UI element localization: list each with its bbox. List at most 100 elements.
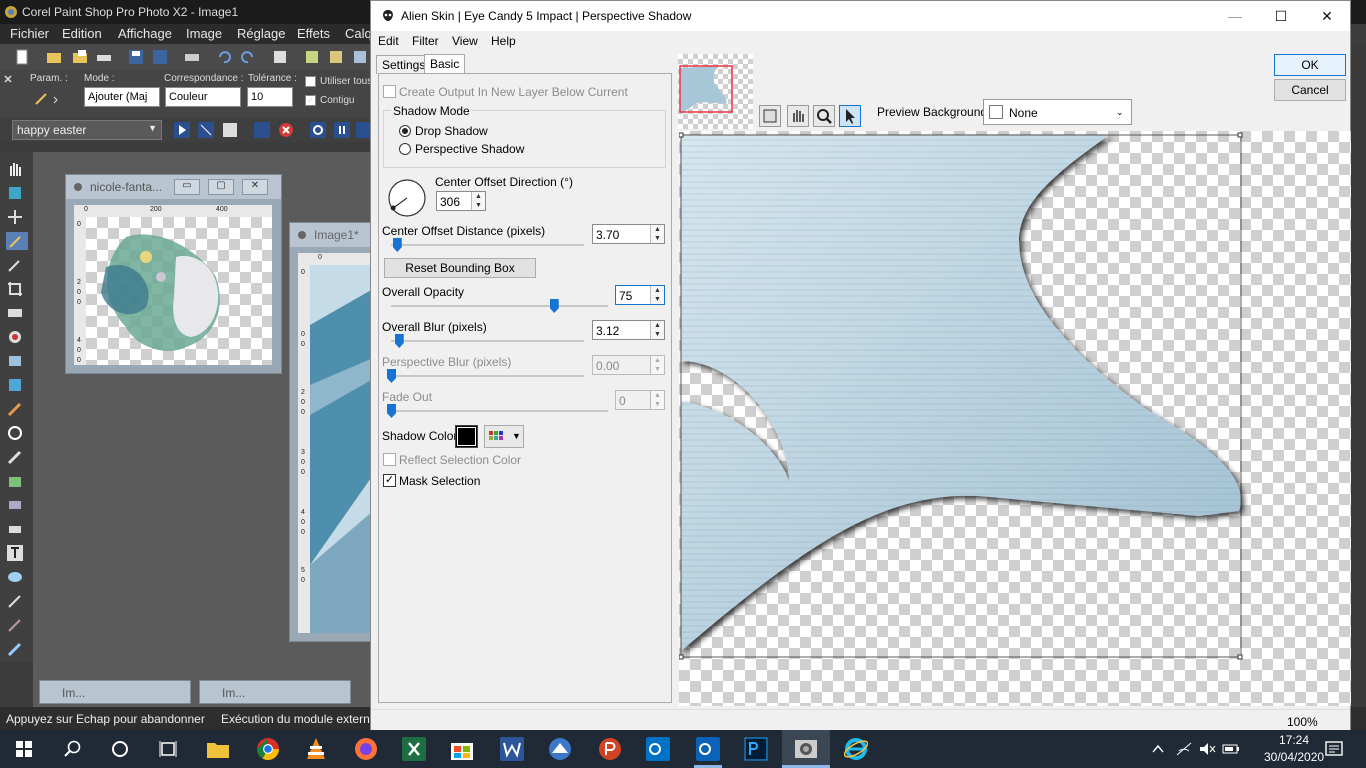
reflect-selection-color-checkbox[interactable] bbox=[383, 453, 396, 466]
maximize-button[interactable]: ▢ bbox=[208, 179, 234, 195]
spin-arrows-icon[interactable]: ▲ ▼ bbox=[650, 321, 664, 339]
dropper-tool-icon[interactable] bbox=[6, 256, 24, 274]
taskbar-powerpoint[interactable] bbox=[586, 730, 634, 768]
minimize-button[interactable]: ▭ bbox=[174, 179, 200, 195]
cancel-script-icon[interactable] bbox=[278, 122, 294, 138]
crop-tool-icon[interactable] bbox=[6, 280, 24, 298]
close-button[interactable]: ✕ bbox=[242, 179, 268, 195]
spin-arrows-icon[interactable]: ▲ ▼ bbox=[471, 192, 485, 210]
preset-shape-tool-icon[interactable] bbox=[6, 568, 24, 586]
menu-view[interactable]: View bbox=[452, 34, 478, 48]
pen-tool-icon[interactable] bbox=[6, 592, 24, 610]
preview-canvas[interactable] bbox=[679, 131, 1351, 706]
paste-new-icon[interactable] bbox=[352, 49, 368, 65]
psp-menu-fichier[interactable]: Fichier bbox=[10, 26, 49, 41]
script-select[interactable]: happy easter ▼ bbox=[12, 120, 162, 140]
overall-opacity-slider[interactable] bbox=[549, 299, 559, 313]
tab-basic[interactable]: Basic bbox=[424, 54, 466, 74]
ok-button[interactable]: OK bbox=[1274, 54, 1346, 76]
pan-tool-icon[interactable] bbox=[6, 160, 24, 178]
color-picker-dropdown[interactable]: ▼ bbox=[484, 425, 524, 448]
overall-blur-track[interactable] bbox=[391, 340, 584, 342]
move-tool-icon[interactable] bbox=[6, 208, 24, 226]
create-output-checkbox[interactable] bbox=[383, 85, 396, 98]
psp-image-window-1[interactable]: nicole-fanta... ▭ ▢ ✕ 0 200 400 0 2 0 0 … bbox=[65, 174, 282, 374]
volume-muted-icon[interactable] bbox=[1198, 741, 1216, 757]
spin-arrows-icon[interactable]: ▲ ▼ bbox=[650, 225, 664, 243]
new-file-icon[interactable] bbox=[14, 49, 30, 65]
direction-dial-icon[interactable] bbox=[387, 178, 427, 218]
overall-opacity-input[interactable]: 75 ▲ ▼ bbox=[615, 285, 665, 305]
save-as-icon[interactable] bbox=[152, 49, 168, 65]
center-offset-distance-track[interactable] bbox=[391, 244, 584, 246]
taskbar-photoshop[interactable] bbox=[732, 730, 780, 768]
taskbar-date[interactable]: 30/04/2020 bbox=[1264, 750, 1324, 764]
psp-window-1-titlebar[interactable]: nicole-fanta... ▭ ▢ ✕ bbox=[66, 175, 281, 199]
save-icon[interactable] bbox=[128, 49, 144, 65]
task-view-button[interactable] bbox=[144, 730, 192, 768]
start-button[interactable] bbox=[0, 730, 48, 768]
edit-script-icon[interactable] bbox=[222, 122, 238, 138]
psp-menu-calques[interactable]: Calq bbox=[345, 26, 372, 41]
run-dialog-icon[interactable] bbox=[198, 122, 214, 138]
battery-icon[interactable] bbox=[1222, 742, 1240, 756]
red-eye-tool-icon[interactable] bbox=[6, 328, 24, 346]
taskbar-photo-app[interactable] bbox=[536, 730, 584, 768]
cortana-button[interactable] bbox=[96, 730, 144, 768]
dialog-maximize-button[interactable]: ☐ bbox=[1258, 1, 1304, 31]
preview-background-select[interactable]: None ⌄ bbox=[983, 99, 1132, 125]
notification-icon[interactable] bbox=[1324, 740, 1344, 758]
taskbar-paint-shop-pro[interactable] bbox=[782, 730, 830, 768]
paint-brush-tool-icon[interactable] bbox=[6, 400, 24, 418]
spin-arrows-icon[interactable]: ▲ ▼ bbox=[650, 286, 664, 304]
magic-wand-tool-icon[interactable] bbox=[6, 232, 28, 250]
mask-selection-checkbox[interactable]: ✓ bbox=[383, 474, 396, 487]
record-script-icon[interactable] bbox=[254, 122, 270, 138]
text-tool-icon[interactable] bbox=[6, 544, 24, 562]
hand-tool-button[interactable] bbox=[787, 105, 809, 127]
makeover-tool-icon[interactable] bbox=[6, 352, 24, 370]
open-folder-icon[interactable] bbox=[46, 49, 62, 65]
warp-brush-tool-icon[interactable] bbox=[6, 616, 24, 634]
reset-bounding-box-button[interactable]: Reset Bounding Box bbox=[384, 258, 536, 278]
use-all-checkbox[interactable] bbox=[305, 76, 316, 87]
browse-icon[interactable] bbox=[72, 49, 88, 65]
art-media-tool-icon[interactable] bbox=[6, 640, 24, 658]
taskbar-excel[interactable] bbox=[390, 730, 438, 768]
dialog-close-button[interactable]: ✕ bbox=[1304, 1, 1350, 31]
taskbar-file-explorer[interactable] bbox=[194, 730, 242, 768]
psp-menu-reglage[interactable]: Réglage bbox=[237, 26, 285, 41]
menu-edit[interactable]: Edit bbox=[378, 34, 399, 48]
shadow-color-swatch[interactable] bbox=[455, 425, 478, 448]
taskbar-outlook-2[interactable] bbox=[684, 730, 732, 768]
psp-menu-image[interactable]: Image bbox=[186, 26, 222, 41]
undo-icon[interactable] bbox=[216, 49, 232, 65]
match-select[interactable]: Couleur bbox=[165, 87, 241, 107]
history-icon[interactable] bbox=[272, 49, 288, 65]
menu-help[interactable]: Help bbox=[491, 34, 516, 48]
search-button[interactable] bbox=[48, 730, 96, 768]
straighten-tool-icon[interactable] bbox=[6, 304, 24, 322]
psp-menu-effets[interactable]: Effets bbox=[297, 26, 330, 41]
print-icon[interactable] bbox=[184, 49, 200, 65]
overall-opacity-track[interactable] bbox=[391, 305, 608, 307]
redo-icon[interactable] bbox=[240, 49, 256, 65]
taskbar-internet-explorer[interactable] bbox=[832, 730, 880, 768]
clone-tool-icon[interactable] bbox=[6, 376, 24, 394]
minimized-window-1[interactable]: Im... bbox=[39, 680, 191, 704]
psp-menu-affichage[interactable]: Affichage bbox=[118, 26, 172, 41]
close-palette-icon[interactable] bbox=[3, 73, 13, 113]
navigator-thumbnail[interactable] bbox=[678, 54, 753, 129]
network-icon[interactable] bbox=[1175, 741, 1193, 757]
minimized-window-2[interactable]: Im... bbox=[199, 680, 351, 704]
dialog-minimize-button[interactable]: — bbox=[1212, 1, 1258, 31]
copy-icon[interactable] bbox=[304, 49, 320, 65]
psp-image-window-2[interactable]: Image1* 0 0 0 0 2 0 0 3 0 0 4 0 0 5 0 bbox=[289, 222, 380, 642]
center-offset-direction-input[interactable]: 306 ▲ ▼ bbox=[436, 191, 486, 211]
mode-select[interactable]: Ajouter (Maj bbox=[84, 87, 160, 107]
contiguous-checkbox[interactable]: ✓ bbox=[305, 95, 316, 106]
drop-shadow-radio[interactable] bbox=[399, 125, 411, 137]
taskbar-word[interactable] bbox=[488, 730, 536, 768]
psp-menu-edition[interactable]: Edition bbox=[62, 26, 102, 41]
tolerance-input[interactable]: 10 bbox=[247, 87, 293, 107]
